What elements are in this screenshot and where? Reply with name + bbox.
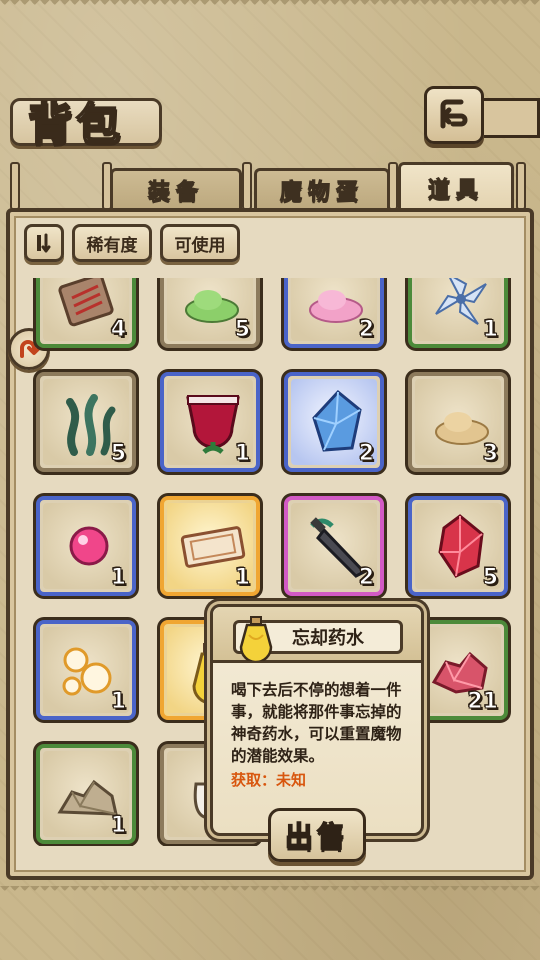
item-count: 1 <box>234 441 250 467</box>
item-count: 5 <box>234 317 250 343</box>
item-slot[interactable]: 2 <box>284 372 384 472</box>
back-button[interactable] <box>424 86 484 144</box>
item-slot[interactable]: 3 <box>408 372 508 472</box>
tooltip-source: 获取：未知 <box>231 771 307 789</box>
item-count: 2 <box>358 317 374 343</box>
rarity-filter-button[interactable]: 稀有度 <box>72 224 152 262</box>
item-slot[interactable]: 2 <box>284 496 384 596</box>
tab-post <box>10 162 20 210</box>
item-count: 2 <box>358 565 374 591</box>
item-count: 3 <box>482 441 498 467</box>
usable-filter-button[interactable]: 可使用 <box>160 224 240 262</box>
item-slot[interactable]: 5 <box>408 496 508 596</box>
item-count: 5 <box>110 441 126 467</box>
item-slot[interactable]: 2 <box>284 278 384 348</box>
page-title: 背包 <box>27 98 124 151</box>
item-count: 1 <box>234 565 250 591</box>
tab-monster-eggs[interactable]: 魔物蛋 <box>254 168 390 208</box>
tab-post <box>388 162 398 210</box>
tab-equipment[interactable]: 装备 <box>110 168 242 208</box>
item-slot[interactable]: 1 <box>36 620 136 720</box>
item-slot[interactable]: 1 <box>36 744 136 844</box>
tab-items[interactable]: 道具 <box>398 162 514 210</box>
item-count: 1 <box>110 689 126 715</box>
item-count: 5 <box>482 565 498 591</box>
item-count: 4 <box>110 317 126 343</box>
item-slot[interactable]: 1 <box>36 496 136 596</box>
tab-post <box>516 162 526 210</box>
tooltip-header: 忘却药水 <box>213 607 421 663</box>
oblivion-potion-icon <box>239 616 273 661</box>
item-count: 1 <box>110 565 126 591</box>
item-tooltip: 忘却药水 喝下去后不停的想着一件 事，就能将那件事忘掉的 神奇药水，可以重置魔物… <box>210 604 424 836</box>
sell-button[interactable]: 出售 <box>268 808 366 862</box>
item-slot[interactable]: 5 <box>36 372 136 472</box>
item-slot[interactable]: 1 <box>160 372 260 472</box>
top-border <box>0 0 540 10</box>
back-rail <box>484 98 540 138</box>
item-slot[interactable]: 4 <box>36 278 136 348</box>
tab-post <box>242 162 252 210</box>
item-count: 1 <box>110 813 126 839</box>
sort-icon <box>37 233 51 253</box>
filter-row: 稀有度 可使用 <box>24 224 240 264</box>
item-slot[interactable]: 1 <box>160 496 260 596</box>
return-arrow-icon <box>440 99 468 129</box>
bottom-border <box>0 886 540 896</box>
tooltip-description: 喝下去后不停的想着一件 事，就能将那件事忘掉的 神奇药水，可以重置魔物 的潜能效… <box>231 681 402 765</box>
item-count: 1 <box>482 317 498 343</box>
sort-toggle-button[interactable] <box>24 224 64 262</box>
item-count: 2 <box>358 441 374 467</box>
item-slot[interactable]: 1 <box>408 278 508 348</box>
item-count: 21 <box>467 689 499 715</box>
item-slot[interactable]: 5 <box>160 278 260 348</box>
tab-bar: 装备 魔物蛋 道具 <box>10 162 530 212</box>
